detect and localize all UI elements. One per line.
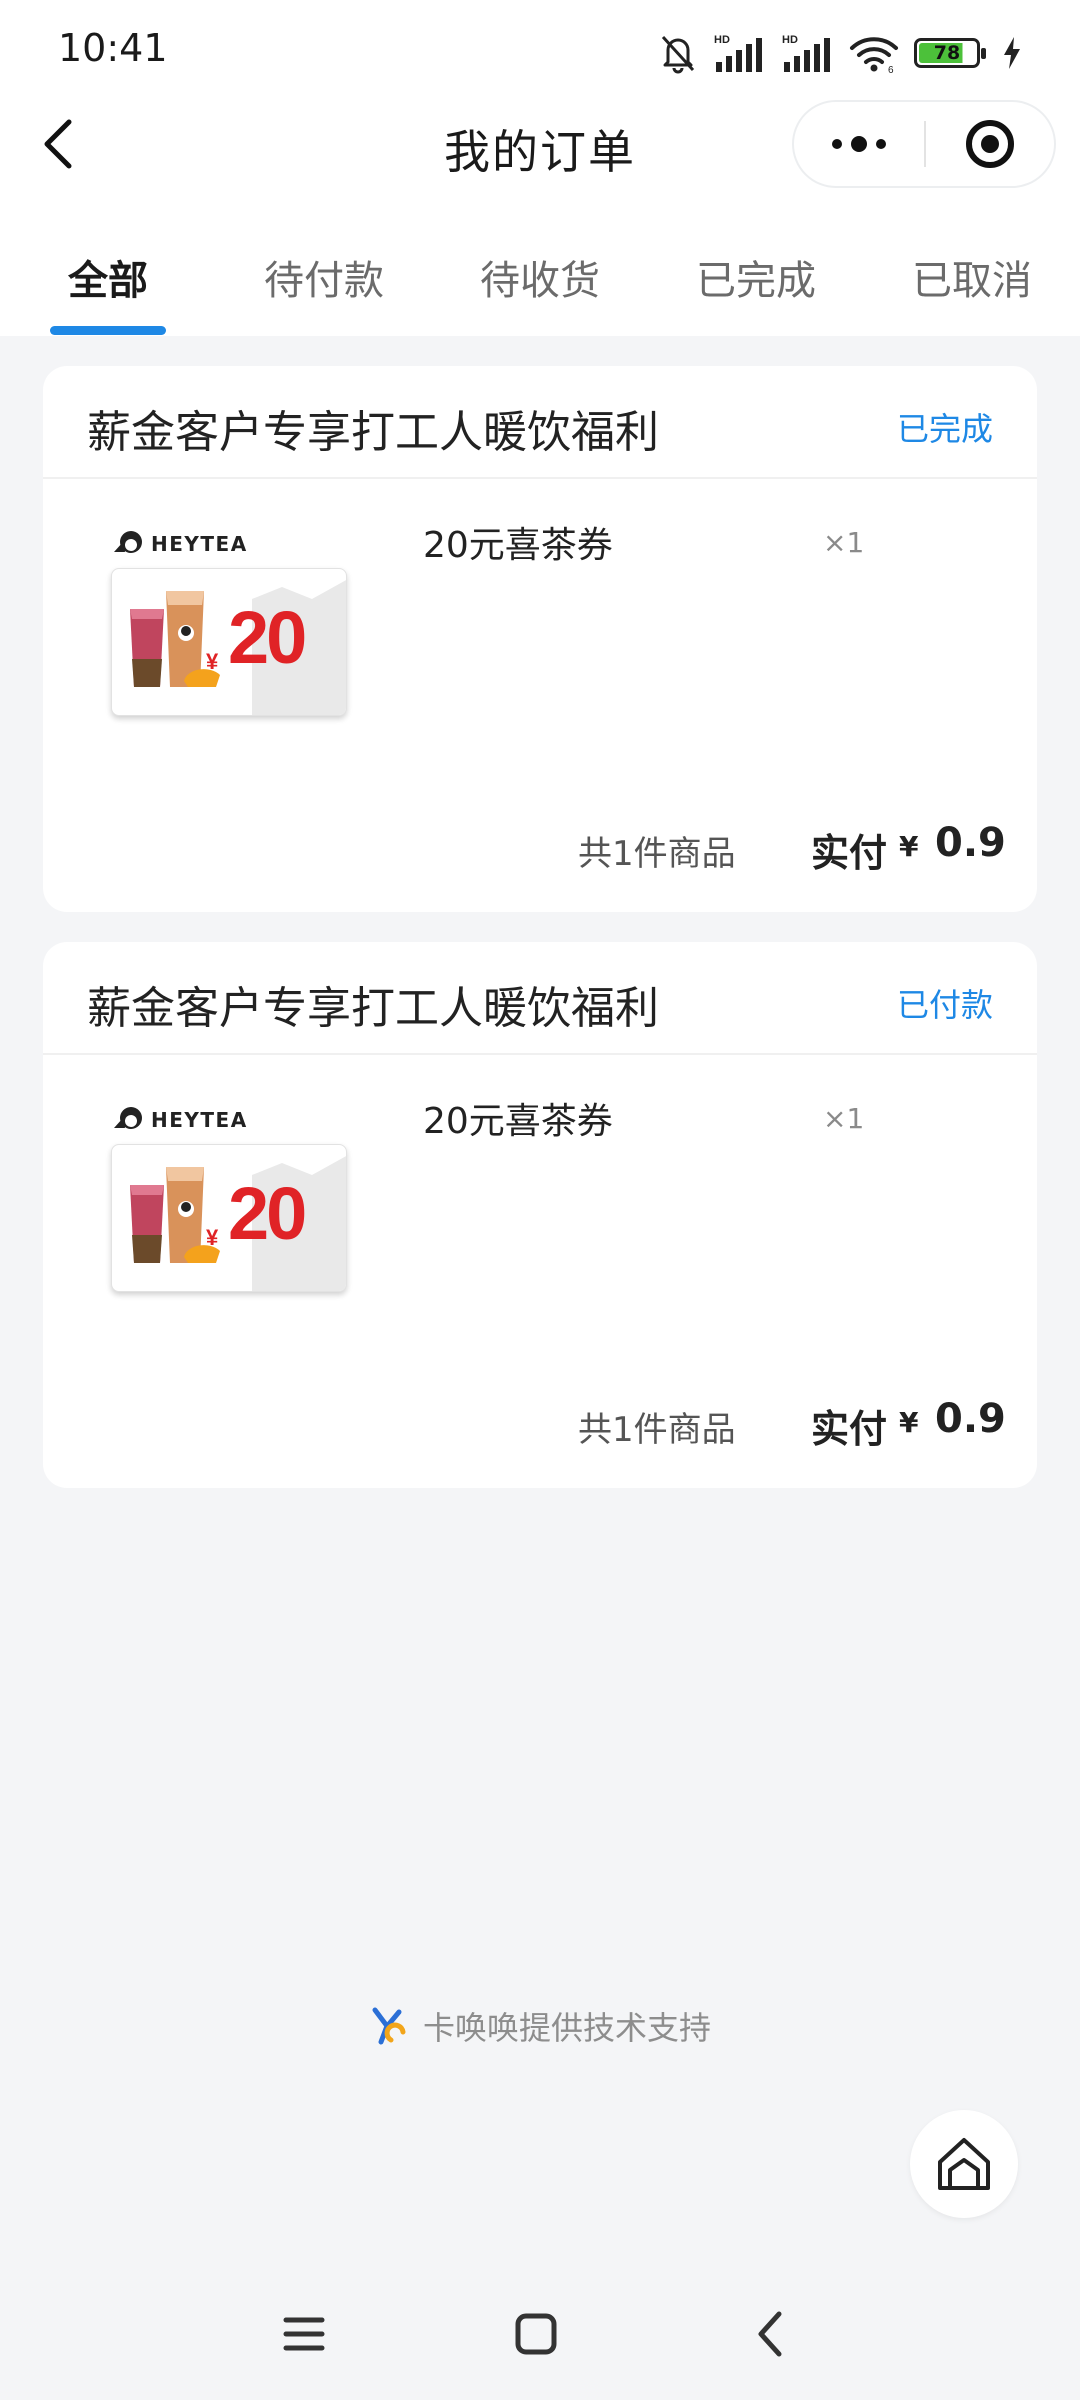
tab-completed[interactable]: 已完成 — [696, 248, 816, 306]
svg-text:6: 6 — [888, 65, 894, 74]
coupon-currency: ¥ — [206, 1225, 219, 1250]
home-icon — [938, 2138, 990, 2190]
menu-icon — [283, 2317, 325, 2351]
brand-logo: HEYTEA — [111, 526, 248, 562]
brand-name: HEYTEA — [151, 1108, 248, 1132]
target-close-icon — [966, 120, 1014, 168]
product-quantity: ×1 — [823, 1102, 865, 1135]
item-count: 共1件商品 — [578, 834, 736, 874]
order-card-header: 薪金客户专享打工人暖饮福利 已付款 — [43, 942, 1037, 1055]
paid-amount: 0.9 — [935, 820, 1006, 866]
item-count: 共1件商品 — [578, 1410, 736, 1450]
status-icons: HD HD 6 78 — [658, 28, 1022, 78]
kahuanhuan-logo-icon — [372, 2007, 406, 2045]
battery-fill: 78 — [919, 43, 975, 63]
heytea-logo-icon — [114, 1107, 142, 1129]
more-dots-icon — [832, 136, 886, 152]
order-status: 已付款 — [896, 986, 993, 1024]
mini-program-capsule — [792, 100, 1056, 188]
paid-amount: 0.9 — [935, 1396, 1006, 1442]
coupon-currency: ¥ — [206, 649, 219, 674]
product-image: HEYTEA ¥ 20 — [111, 526, 357, 736]
mute-bell-icon — [658, 32, 698, 74]
paid-label: 实付 — [811, 831, 888, 875]
svg-text:HD: HD — [714, 34, 730, 46]
product-name: 20元喜茶券 — [423, 1101, 613, 1142]
home-button[interactable] — [910, 2110, 1018, 2218]
tab-cancelled[interactable]: 已取消 — [912, 248, 1032, 306]
product-image: HEYTEA ¥ 20 — [111, 1102, 357, 1312]
support-text: 卡唤唤提供技术支持 — [422, 2009, 711, 2047]
brand-logo: HEYTEA — [111, 1102, 248, 1138]
coupon-image: ¥ 20 — [111, 568, 347, 716]
paid-label: 实付 — [811, 1407, 888, 1451]
system-home-button[interactable] — [504, 2302, 568, 2366]
battery-icon: 78 — [914, 38, 986, 68]
paid-currency: ¥ — [899, 830, 919, 863]
more-button[interactable] — [794, 102, 924, 186]
wifi-icon: 6 — [848, 32, 900, 74]
tab-all[interactable]: 全部 — [68, 248, 148, 306]
order-title: 薪金客户专享打工人暖饮福利 — [87, 983, 659, 1034]
order-card[interactable]: 薪金客户专享打工人暖饮福利 已付款 HEYTEA ¥ 20 20元喜茶券 ×1 … — [43, 942, 1037, 1488]
status-bar: 10:41 HD HD 6 78 — [0, 0, 1080, 100]
coupon-image: ¥ 20 — [111, 1144, 347, 1292]
recent-apps-button[interactable] — [272, 2302, 336, 2366]
hd-signal-icon: HD — [780, 32, 834, 74]
battery-level: 78 — [933, 41, 961, 64]
status-time: 10:41 — [58, 26, 168, 70]
order-title: 薪金客户专享打工人暖饮福利 — [87, 407, 659, 458]
tech-support-footer: 卡唤唤提供技术支持 — [0, 1996, 1080, 2056]
product-quantity: ×1 — [823, 526, 865, 559]
brand-name: HEYTEA — [151, 532, 248, 556]
close-mini-program-button[interactable] — [926, 102, 1054, 186]
system-navigation-bar — [0, 2280, 1080, 2400]
coupon-amount: 20 — [228, 596, 307, 679]
product-name: 20元喜茶券 — [423, 525, 613, 566]
back-icon — [758, 2311, 782, 2357]
order-card[interactable]: 薪金客户专享打工人暖饮福利 已完成 HEYTEA ¥ 20 20元喜茶券 ×1 … — [43, 366, 1037, 912]
tab-pending-receipt[interactable]: 待收货 — [480, 248, 600, 306]
charging-icon — [1002, 36, 1022, 70]
home-square-icon — [515, 2313, 557, 2355]
system-back-button[interactable] — [738, 2302, 802, 2366]
paid-currency: ¥ — [899, 1406, 919, 1439]
order-status: 已完成 — [896, 410, 993, 448]
coupon-amount: 20 — [228, 1172, 307, 1255]
hd-signal-icon: HD — [712, 32, 766, 74]
order-tabs: 全部 待付款 待收货 已完成 已取消 — [0, 226, 1080, 336]
svg-text:HD: HD — [782, 34, 798, 46]
active-tab-indicator — [50, 326, 166, 335]
order-card-header: 薪金客户专享打工人暖饮福利 已完成 — [43, 366, 1037, 479]
tab-pending-payment[interactable]: 待付款 — [264, 248, 384, 306]
heytea-logo-icon — [114, 531, 142, 553]
